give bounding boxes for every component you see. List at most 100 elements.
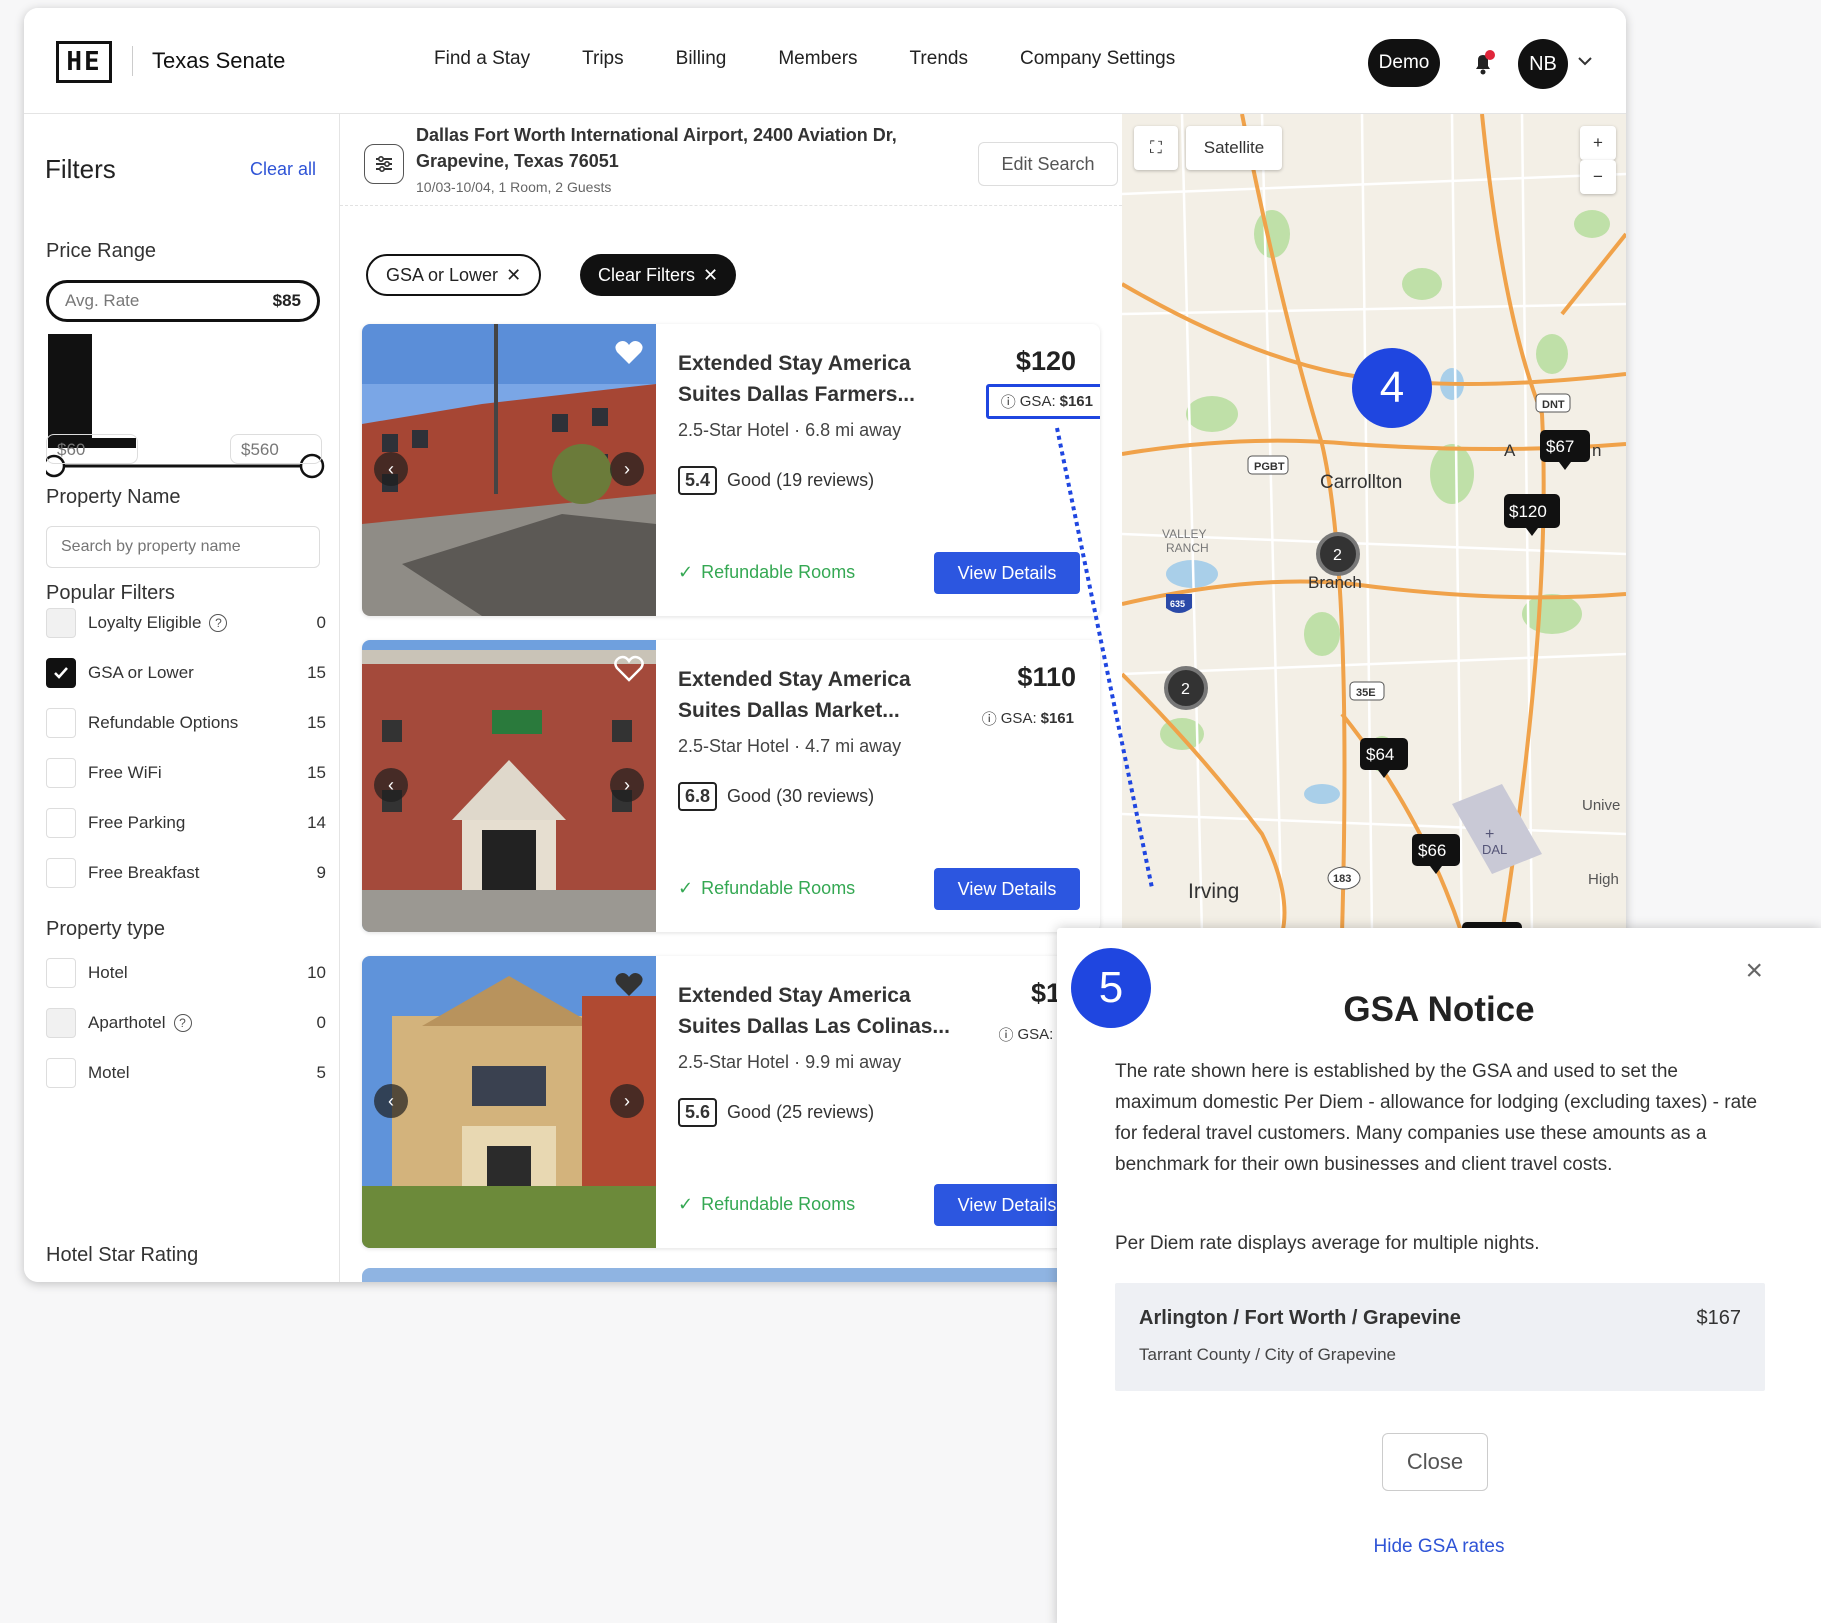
gsa-or-lower-chip[interactable]: GSA or Lower ✕ — [366, 254, 542, 296]
rate-area-name: Arlington / Fort Worth / Grapevine — [1139, 1307, 1461, 1329]
checkbox[interactable] — [46, 958, 76, 988]
close-button[interactable]: Close — [1382, 1433, 1488, 1491]
view-details-button[interactable]: View Details — [934, 868, 1080, 910]
filter-label: GSA or Lower — [88, 663, 194, 682]
map-price-label: $64 — [1366, 745, 1394, 764]
hotel-name[interactable]: Extended Stay America Suites Dallas Mark… — [678, 664, 968, 726]
filter-type-aparthotel[interactable]: Aparthotel ? 0 — [46, 1007, 326, 1039]
filter-gsa-or-lower[interactable]: GSA or Lower 15 — [46, 657, 326, 689]
map-cluster-count: 2 — [1181, 681, 1190, 698]
hotel-photo[interactable]: ‹ › — [362, 640, 656, 932]
filter-loyalty-eligible[interactable]: Loyalty Eligible ? 0 — [46, 607, 326, 639]
satellite-toggle[interactable]: Satellite — [1186, 126, 1282, 170]
filter-type-motel[interactable]: Motel 5 — [46, 1057, 326, 1089]
gsa-label: GSA: — [1017, 1026, 1054, 1043]
info-icon: ⓘ — [981, 711, 997, 728]
gsa-rate-badge[interactable]: ⓘ GSA: $161 — [976, 704, 1080, 733]
airport-label: DAL — [1482, 842, 1507, 857]
filter-count: 0 — [316, 613, 326, 632]
favorite-heart-icon[interactable] — [614, 970, 644, 998]
nav-find-a-stay[interactable]: Find a Stay — [434, 48, 530, 70]
hotel-card[interactable]: ‹ › Extended Stay America Suites Dallas … — [362, 956, 1100, 1248]
nav-trends[interactable]: Trends — [910, 48, 968, 70]
favorite-heart-icon[interactable] — [614, 338, 644, 366]
chevron-down-icon[interactable] — [1576, 52, 1594, 75]
favorite-heart-outline-icon[interactable] — [614, 654, 644, 682]
filter-label: Hotel — [88, 963, 128, 982]
map-label-highland: High — [1588, 871, 1619, 888]
filter-label: Motel — [88, 1063, 130, 1082]
checkbox[interactable] — [46, 758, 76, 788]
help-icon[interactable]: ? — [173, 1014, 192, 1032]
hotel-engine-logo[interactable]: HE — [56, 41, 112, 83]
map-label-irving: Irving — [1188, 880, 1239, 903]
nav-trips[interactable]: Trips — [582, 48, 624, 70]
checkmark-icon — [54, 667, 68, 679]
gsa-rate-badge[interactable]: ⓘ GSA: $161 — [985, 384, 1100, 419]
hotel-meta: 2.5-Star Hotel · 9.9 mi away — [678, 1052, 902, 1072]
modal-description: The rate shown here is established by th… — [1115, 1061, 1758, 1175]
next-photo-arrow-icon[interactable]: › — [610, 768, 644, 802]
hotel-photo[interactable]: ‹ › — [362, 324, 656, 616]
results-map[interactable]: DAL + Carrollton Irving ers Branch VALLE… — [1122, 114, 1626, 934]
hotel-photo[interactable]: ‹ › — [362, 956, 656, 1248]
hotel-name[interactable]: Extended Stay America Suites Dallas Las … — [678, 980, 968, 1042]
hotel-meta: 2.5-Star Hotel · 4.7 mi away — [678, 736, 902, 756]
rating-score: 5.6 — [678, 1098, 718, 1127]
notification-bell-icon[interactable] — [1468, 48, 1498, 78]
hotel-card[interactable]: ‹ › Extended Stay America Suites Dallas … — [362, 640, 1100, 932]
prev-photo-arrow-icon[interactable]: ‹ — [374, 452, 408, 486]
nav-company-settings[interactable]: Company Settings — [1020, 48, 1175, 70]
hotel-name[interactable]: Extended Stay America Suites Dallas Farm… — [678, 348, 968, 410]
histogram-bar — [48, 334, 92, 448]
filter-free-wifi[interactable]: Free WiFi 15 — [46, 757, 326, 789]
filter-free-parking[interactable]: Free Parking 14 — [46, 807, 326, 839]
user-avatar[interactable]: NB — [1518, 39, 1568, 89]
checkbox[interactable] — [46, 1058, 76, 1088]
checkbox[interactable] — [46, 858, 76, 888]
hotel-distance: 4.7 mi away — [805, 736, 902, 756]
zoom-in-button[interactable]: + — [1580, 126, 1616, 160]
clear-filters-chip[interactable]: Clear Filters ✕ — [580, 254, 737, 296]
property-name-search-input[interactable] — [46, 526, 320, 568]
hotel-rating: 6.8 Good (30 reviews) — [678, 782, 874, 811]
filter-type-hotel[interactable]: Hotel 10 — [46, 957, 326, 989]
view-details-button[interactable]: View Details — [934, 552, 1080, 594]
filter-settings-icon[interactable] — [364, 144, 404, 184]
checkbox-checked[interactable] — [46, 658, 76, 688]
property-type-heading: Property type — [46, 918, 165, 940]
prev-photo-arrow-icon[interactable]: ‹ — [374, 1084, 408, 1118]
checkbox[interactable] — [46, 708, 76, 738]
next-photo-arrow-icon[interactable]: › — [610, 1084, 644, 1118]
close-icon[interactable]: × — [1745, 954, 1763, 988]
edit-search-button[interactable]: Edit Search — [978, 142, 1118, 186]
map-label-addison-start: A — [1504, 441, 1516, 460]
price-min-field[interactable]: $60 — [46, 434, 138, 464]
refundable-label: Refundable Rooms — [701, 878, 856, 898]
filter-count: 5 — [316, 1063, 326, 1082]
checkbox[interactable] — [46, 808, 76, 838]
search-dates-guests: 10/03-10/04, 1 Room, 2 Guests — [416, 179, 612, 195]
refundable-rooms: ✓ Refundable Rooms — [678, 1194, 855, 1215]
close-icon[interactable]: ✕ — [703, 265, 718, 286]
filter-refundable-options[interactable]: Refundable Options 15 — [46, 707, 326, 739]
next-photo-arrow-icon[interactable]: › — [610, 452, 644, 486]
filter-label: Aparthotel — [88, 1013, 166, 1032]
nav-members[interactable]: Members — [778, 48, 857, 70]
demo-button[interactable]: Demo — [1368, 39, 1440, 87]
checkbox[interactable] — [46, 1008, 76, 1038]
nav-billing[interactable]: Billing — [676, 48, 727, 70]
hotel-card[interactable]: ‹ › Extended Stay America Suites Dallas … — [362, 324, 1100, 616]
clear-all-link[interactable]: Clear all — [250, 159, 316, 180]
filter-free-breakfast[interactable]: Free Breakfast 9 — [46, 857, 326, 889]
prev-photo-arrow-icon[interactable]: ‹ — [374, 768, 408, 802]
chip-label: Clear Filters — [598, 264, 696, 285]
map-price-label: $67 — [1546, 437, 1574, 456]
price-max-field[interactable]: $560 — [230, 434, 322, 464]
close-icon[interactable]: ✕ — [506, 265, 521, 286]
hide-gsa-rates-link[interactable]: Hide GSA rates — [1057, 1536, 1821, 1558]
zoom-out-button[interactable]: − — [1580, 160, 1616, 194]
checkbox[interactable] — [46, 608, 76, 638]
fullscreen-icon[interactable]: ⛶ — [1134, 126, 1178, 170]
help-icon[interactable]: ? — [209, 614, 228, 632]
